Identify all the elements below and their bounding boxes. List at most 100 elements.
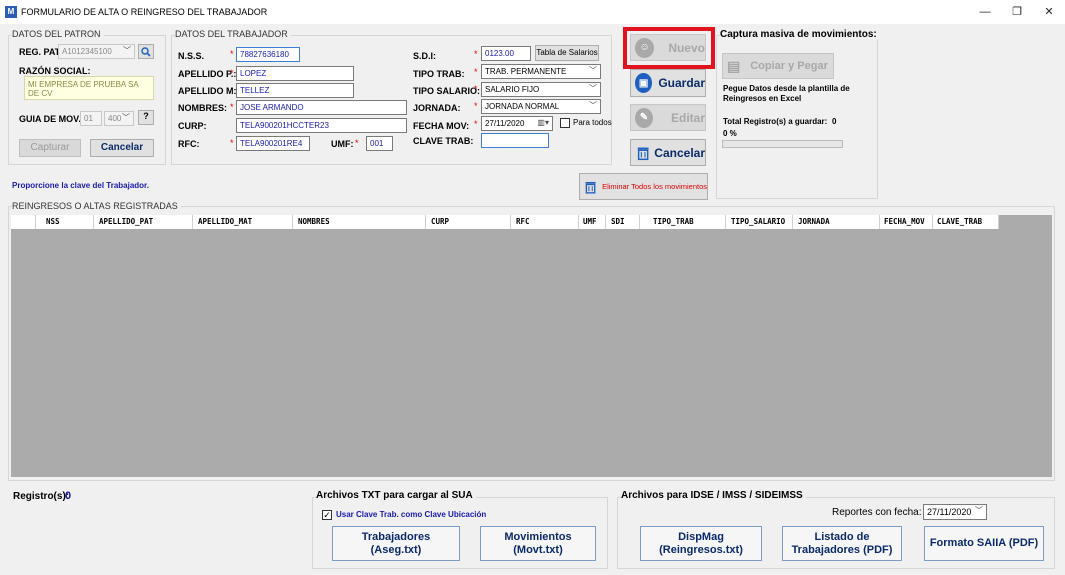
dispmag-button[interactable]: DispMag (Reingresos.txt): [640, 526, 762, 561]
title-bar: M FORMULARIO DE ALTA O REINGRESO DEL TRA…: [0, 0, 1065, 24]
prompt-text: Proporcione la clave del Trabajador.: [12, 181, 149, 190]
required-mark: *: [474, 67, 478, 77]
para-todos-label: Para todos: [573, 118, 612, 127]
reg-pat-label: REG. PAT.: [19, 47, 62, 57]
eliminar-todos-label: Eliminar Todos los movimientos: [602, 182, 707, 191]
apellido-m-label: APELLIDO M:: [178, 86, 237, 96]
col-rfc[interactable]: RFC: [516, 217, 530, 226]
nuevo-button[interactable]: ☺ Nuevo: [630, 34, 706, 61]
restore-button[interactable]: ❐: [1001, 2, 1033, 22]
guia-mov-label: GUIA DE MOV.: [19, 114, 81, 124]
nombres-input[interactable]: JOSE ARMANDO: [236, 100, 407, 115]
apellido-p-label: APELLIDO P.:: [178, 69, 237, 79]
reg-pat-value: A1012345100: [62, 47, 112, 56]
reportes-fecha-picker[interactable]: 27/11/2020 ﹀: [923, 504, 987, 520]
nuevo-label: Nuevo: [668, 40, 705, 55]
listado-trabajadores-button[interactable]: Listado de Trabajadores (PDF): [782, 526, 902, 561]
window-title: FORMULARIO DE ALTA O REINGRESO DEL TRABA…: [21, 7, 268, 17]
tipo-salario-select[interactable]: SALARIO FIJO ﹀: [481, 82, 601, 97]
actions-cancelar-button[interactable]: Cancelar: [630, 139, 706, 166]
sdi-input[interactable]: 0123.00: [481, 46, 531, 61]
col-nombres[interactable]: NOMBRES: [298, 217, 330, 226]
col-sdi[interactable]: SDI: [611, 217, 625, 226]
required-mark: *: [474, 49, 478, 59]
movimientos-btn-line1: Movimientos: [504, 530, 572, 543]
records-grid[interactable]: NSS APELLIDO_PAT APELLIDO_MAT NOMBRES CU…: [11, 215, 1052, 477]
trash-icon: [637, 147, 649, 160]
required-mark: *: [474, 101, 478, 111]
trabajadores-txt-button[interactable]: Trabajadores (Aseg.txt): [332, 526, 460, 561]
tipo-trab-value: TRAB. PERMANENTE: [485, 67, 567, 76]
curp-label: CURP:: [178, 121, 207, 131]
apellido-p-input[interactable]: LOPEZ: [236, 66, 354, 81]
trabajadores-btn-line1: Trabajadores: [361, 530, 431, 543]
sdi-label: S.D.I:: [413, 51, 437, 61]
grid-group-title: REINGRESOS O ALTAS REGISTRADAS: [12, 201, 181, 211]
capturar-button[interactable]: Capturar: [19, 139, 81, 157]
apellido-m-input[interactable]: TELLEZ: [236, 83, 354, 98]
progress-text: 0 %: [723, 129, 737, 138]
tabla-salarios-button[interactable]: Tabla de Salarios: [535, 45, 599, 61]
listado-btn-line2: Trabajadores (PDF): [791, 543, 893, 556]
save-icon: ▣: [635, 73, 653, 93]
col-clave-trab[interactable]: CLAVE_TRAB: [937, 217, 982, 226]
jornada-select[interactable]: JORNADA NORMAL ﹀: [481, 99, 601, 114]
guia-mov-field-2[interactable]: 400 ﹀: [104, 111, 134, 126]
clave-trab-label: CLAVE TRAB:: [413, 136, 474, 146]
reg-pat-combo[interactable]: A1012345100 ﹀: [58, 44, 135, 59]
eliminar-todos-button[interactable]: Eliminar Todos los movimientos: [579, 173, 708, 200]
required-mark: *: [230, 138, 234, 148]
formato-saiia-button[interactable]: Formato SAIIA (PDF): [924, 526, 1044, 561]
tipo-salario-label: TIPO SALARIO:: [413, 86, 480, 96]
help-button[interactable]: ?: [138, 110, 154, 125]
close-button[interactable]: ✕: [1033, 2, 1065, 22]
clave-trab-input[interactable]: [481, 133, 549, 148]
rfc-input[interactable]: TELA900201RE4: [236, 136, 310, 151]
para-todos-checkbox[interactable]: [560, 118, 570, 128]
patron-cancelar-button[interactable]: Cancelar: [90, 139, 154, 157]
col-umf[interactable]: UMF: [583, 217, 597, 226]
col-tipo-salario[interactable]: TIPO_SALARIO: [731, 217, 785, 226]
col-curp[interactable]: CURP: [431, 217, 449, 226]
curp-input[interactable]: TELA900201HCCTER23: [236, 118, 407, 133]
col-nss[interactable]: NSS: [46, 217, 60, 226]
razon-social-label: RAZÓN SOCIAL:: [19, 66, 91, 76]
registros-label: Registro(s):: [13, 491, 70, 502]
sua-title: Archivos TXT para cargar al SUA: [316, 490, 476, 501]
masiva-title: Captura masiva de movimientos:: [720, 29, 880, 40]
search-reg-pat-button[interactable]: [138, 44, 154, 59]
fecha-mov-label: FECHA MOV:: [413, 121, 470, 131]
guia-mov-value-2: 400: [108, 114, 122, 123]
tipo-trab-select[interactable]: TRAB. PERMANENTE ﹀: [481, 64, 601, 79]
search-icon: [141, 47, 151, 57]
chevron-down-icon: ﹀: [589, 84, 597, 93]
fecha-mov-datepicker[interactable]: 27/11/2020 ▥▾: [481, 116, 553, 131]
guia-mov-field-1[interactable]: 01: [80, 111, 102, 126]
actions-cancelar-label: Cancelar: [654, 145, 705, 160]
movimientos-btn-line2: (Movt.txt): [513, 543, 563, 556]
reportes-fecha-label: Reportes con fecha:: [832, 507, 922, 518]
editar-button[interactable]: ✎ Editar: [630, 104, 706, 131]
movimientos-txt-button[interactable]: Movimientos (Movt.txt): [480, 526, 596, 561]
col-jornada[interactable]: JORNADA: [798, 217, 830, 226]
guardar-button[interactable]: ▣ Guardar: [630, 69, 706, 97]
listado-btn-line1: Listado de: [814, 530, 870, 543]
trabajador-group-title: DATOS DEL TRABAJADOR: [175, 29, 291, 39]
paste-icon: ▤: [727, 57, 741, 74]
jornada-label: JORNADA:: [413, 103, 461, 113]
chevron-down-icon: ﹀: [589, 66, 597, 75]
col-tipo-trab[interactable]: TIPO_TRAB: [653, 217, 694, 226]
col-apellido-mat[interactable]: APELLIDO_MAT: [198, 217, 252, 226]
col-fecha-mov[interactable]: FECHA_MOV: [884, 217, 925, 226]
tipo-salario-value: SALARIO FIJO: [485, 85, 540, 94]
minimize-button[interactable]: —: [969, 2, 1001, 22]
usar-clave-checkbox[interactable]: ✓: [322, 510, 332, 520]
edit-icon: ✎: [635, 107, 653, 128]
nss-input[interactable]: 78827636180: [236, 47, 300, 62]
copiar-pegar-button[interactable]: ▤ Copiar y Pegar: [722, 53, 834, 79]
app-icon: M: [5, 6, 17, 18]
reportes-fecha-value: 27/11/2020: [927, 507, 972, 517]
umf-input[interactable]: 001: [366, 136, 393, 151]
required-mark: *: [355, 138, 359, 148]
col-apellido-pat[interactable]: APELLIDO_PAT: [99, 217, 153, 226]
